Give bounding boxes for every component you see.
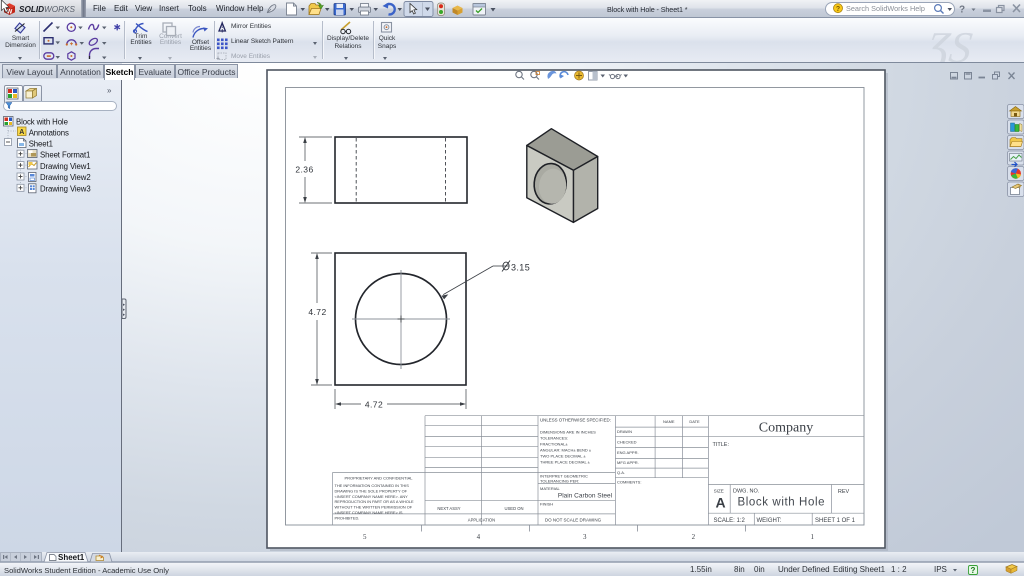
svg-text:Annotations: Annotations [29,129,69,138]
svg-text:THE INFORMATION CONTAINED IN T: THE INFORMATION CONTAINED IN THIS [335,483,410,488]
svg-text:Sheet Format1: Sheet Format1 [40,151,90,160]
svg-text:Sheet1: Sheet1 [58,553,85,562]
svg-text:Q.A.: Q.A. [617,470,625,475]
svg-text:Block with Hole: Block with Hole [738,497,826,509]
svg-text:USED ON: USED ON [504,506,523,511]
svg-text:DRAWING IS THE SOLE PROPERTY O: DRAWING IS THE SOLE PROPERTY OF [335,488,408,493]
svg-text:FINISH: FINISH [540,502,553,507]
svg-text:W: W [7,9,13,15]
svg-text:DATE: DATE [689,419,700,424]
svg-text:?: ? [836,6,840,13]
svg-text:FRACTIONAL±: FRACTIONAL± [540,442,568,447]
svg-text:A: A [715,495,725,511]
svg-text:4: 4 [477,533,481,541]
svg-text:DIMENSIONS ARE IN INCHES: DIMENSIONS ARE IN INCHES [540,430,596,435]
svg-text:DWG. NO.: DWG. NO. [733,489,760,495]
svg-text:ƷS: ƷS [919,23,975,62]
svg-text:?: ? [971,566,976,575]
svg-text:SHEET 1 OF 1: SHEET 1 OF 1 [815,518,856,524]
svg-text:ENG APPR.: ENG APPR. [617,450,639,455]
svg-text:NEXT ASSY: NEXT ASSY [437,506,460,511]
svg-text:DRAWN: DRAWN [617,429,632,434]
svg-text:MFG APPR.: MFG APPR. [617,460,639,465]
svg-text:MATERIAL: MATERIAL [540,486,560,491]
svg-text:Plain Carbon Steel: Plain Carbon Steel [558,493,613,500]
svg-text:3.15: 3.15 [511,263,530,273]
svg-text:PROPRIETARY AND CONFIDENTIAL: PROPRIETARY AND CONFIDENTIAL [344,476,413,481]
svg-text:4.72: 4.72 [365,400,383,410]
svg-text:1: 1 [810,533,814,541]
svg-text:4.72: 4.72 [308,307,326,317]
svg-text:PROHIBITED.: PROHIBITED. [335,515,360,520]
svg-text:DO NOT SCALE DRAWING: DO NOT SCALE DRAWING [545,518,602,523]
svg-text:Drawing View3: Drawing View3 [40,185,91,194]
svg-text:<INSERT COMPANY NAME HERE>. AN: <INSERT COMPANY NAME HERE>. ANY [335,494,409,499]
svg-text:CHECKED: CHECKED [617,440,637,445]
svg-text:TOLERANCING PER:: TOLERANCING PER: [540,479,579,484]
svg-text:Drawing View2: Drawing View2 [40,173,91,182]
svg-text:NAME: NAME [663,419,675,424]
svg-text:2: 2 [692,533,696,541]
svg-text:SCALE: 1:2: SCALE: 1:2 [714,518,746,524]
svg-text:UNLESS OTHERWISE SPECIFIED:: UNLESS OTHERWISE SPECIFIED: [540,418,611,423]
svg-text:?: ? [959,5,965,16]
svg-text:THREE PLACE DECIMAL ±: THREE PLACE DECIMAL ± [540,460,591,465]
svg-text:<INSERT COMPANY NAME HERE> IS: <INSERT COMPANY NAME HERE> IS [335,510,403,515]
svg-text:Block with Hole: Block with Hole [16,118,68,127]
svg-text:2.36: 2.36 [295,165,313,175]
svg-text:Sheet1: Sheet1 [29,140,53,149]
svg-text:APPLICATION: APPLICATION [468,518,495,523]
svg-text:TITLE:: TITLE: [713,442,730,448]
svg-text:COMMENTS:: COMMENTS: [617,480,641,485]
svg-text:WEIGHT:: WEIGHT: [757,518,782,524]
svg-text:TOLERANCES:: TOLERANCES: [540,436,568,441]
svg-text:WITHOUT THE WRITTEN PERMISSION: WITHOUT THE WRITTEN PERMISSION OF [335,505,413,510]
svg-text:Drawing View1: Drawing View1 [40,162,91,171]
svg-text:5: 5 [363,533,367,541]
svg-text:ANGULAR: MACH± BEND ±: ANGULAR: MACH± BEND ± [540,448,592,453]
svg-text:REV: REV [838,489,850,495]
svg-text:REPRODUCTION IN PART OR AS A W: REPRODUCTION IN PART OR AS A WHOLE [335,499,415,504]
svg-text:SIZE: SIZE [714,489,724,494]
svg-text:3: 3 [583,533,587,541]
svg-text:Company: Company [759,421,813,436]
svg-text:SOLIDWORKS: SOLIDWORKS [19,5,76,14]
svg-text:TWO PLACE DECIMAL ±: TWO PLACE DECIMAL ± [540,454,586,459]
svg-text:A: A [19,129,24,136]
